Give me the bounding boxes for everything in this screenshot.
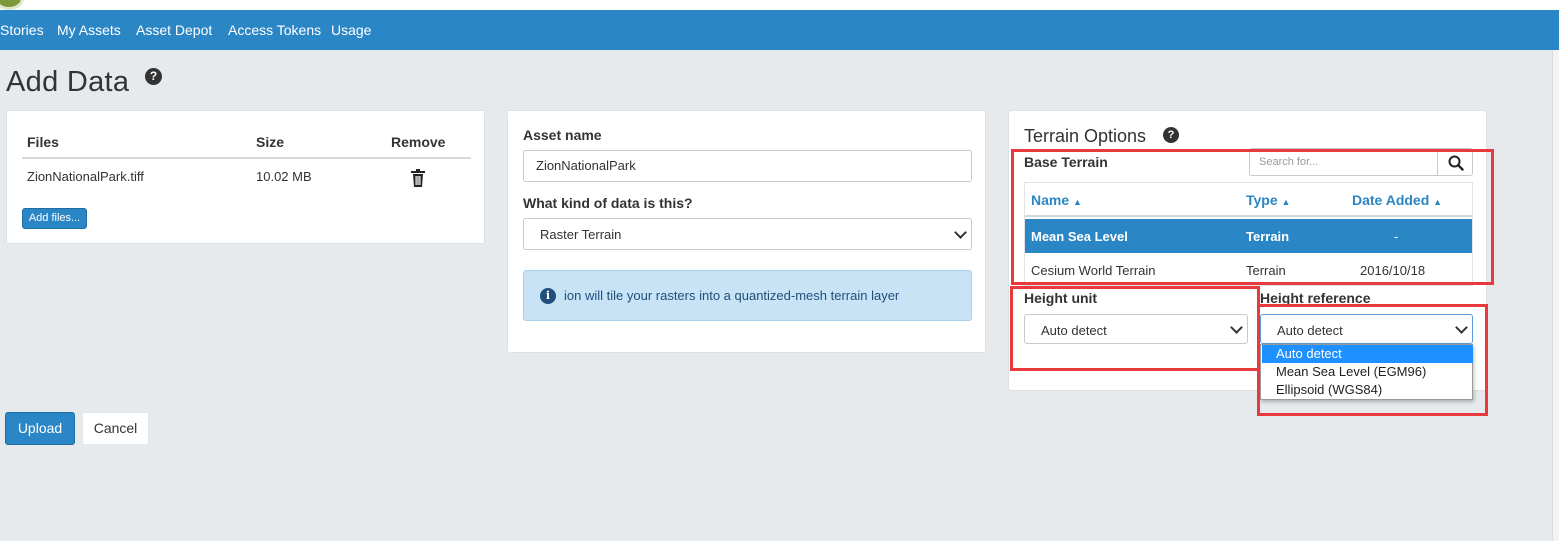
nav-item-usage[interactable]: Usage (331, 22, 371, 38)
info-alert: i ion will tile your rasters into a quan… (523, 270, 972, 321)
chevron-down-icon (954, 226, 967, 239)
trash-icon[interactable] (410, 169, 426, 187)
help-icon[interactable]: ? (1163, 127, 1179, 143)
search-icon (1448, 155, 1464, 171)
height-unit-label: Height unit (1024, 290, 1098, 306)
size-column-header: Size (256, 134, 285, 150)
nav-item-asset-depot[interactable]: Asset Depot (136, 22, 212, 38)
nav-item-my-assets[interactable]: My Assets (57, 22, 121, 38)
base-terrain-label: Base Terrain (1024, 154, 1108, 170)
top-strip (0, 0, 1559, 10)
search-input[interactable]: Search for... (1249, 148, 1437, 176)
data-kind-value: Raster Terrain (540, 227, 622, 242)
terrain-type: Terrain (1246, 263, 1286, 278)
page-title: Add Data (6, 66, 130, 98)
asset-name-label: Asset name (523, 127, 602, 143)
terrain-date: - (1394, 229, 1399, 244)
nav-bar: Stories My Assets Asset Depot Access Tok… (0, 10, 1559, 50)
files-column-header: Files (27, 134, 59, 150)
upload-button[interactable]: Upload (5, 412, 75, 445)
table-row[interactable]: Cesium World Terrain Terrain 2016/10/18 (1025, 253, 1472, 287)
asset-card: Asset name ZionNationalPark What kind of… (507, 110, 986, 353)
base-terrain-table: Name ▲︎ Type ▲︎ Date Added ▲︎ Mean Sea L… (1024, 182, 1473, 286)
terrain-date: 2016/10/18 (1360, 263, 1426, 278)
table-header: Name ▲︎ Type ▲︎ Date Added ▲︎ (1025, 183, 1472, 217)
type-column-header[interactable]: Type ▲︎ (1246, 192, 1290, 208)
terrain-name: Cesium World Terrain (1031, 263, 1156, 278)
terrain-type: Terrain (1246, 229, 1290, 244)
data-kind-select[interactable]: Raster Terrain (523, 218, 972, 250)
help-icon[interactable]: ? (145, 68, 162, 85)
date-column-header[interactable]: Date Added ▲︎ (1352, 192, 1442, 208)
page-scrollbar[interactable] (1552, 50, 1559, 541)
file-name: ZionNationalPark.tiff (27, 169, 144, 184)
height-reference-dropdown: Auto detect Mean Sea Level (EGM96) Ellip… (1260, 344, 1473, 400)
height-unit-value: Auto detect (1041, 323, 1107, 338)
search-button[interactable] (1437, 148, 1473, 176)
remove-column-header: Remove (391, 134, 446, 150)
height-reference-label: Height reference (1260, 290, 1371, 306)
file-size: 10.02 MB (256, 169, 312, 184)
add-files-button[interactable]: Add files... (22, 208, 87, 229)
table-row[interactable]: Mean Sea Level Terrain - (1025, 219, 1472, 253)
files-card: Files Size Remove ZionNationalPark.tiff … (6, 110, 485, 244)
nav-item-stories[interactable]: Stories (0, 22, 44, 38)
chevron-down-icon (1455, 321, 1468, 334)
dropdown-option[interactable]: Ellipsoid (WGS84) (1262, 381, 1473, 399)
height-unit-select[interactable]: Auto detect (1024, 314, 1248, 344)
info-icon: i (540, 288, 556, 304)
terrain-options-title: Terrain Options (1024, 126, 1147, 146)
cancel-button[interactable]: Cancel (82, 412, 149, 445)
dropdown-option[interactable]: Mean Sea Level (EGM96) (1262, 363, 1473, 381)
dropdown-option[interactable]: Auto detect (1262, 345, 1473, 363)
height-reference-value: Auto detect (1277, 323, 1343, 338)
data-kind-label: What kind of data is this? (523, 195, 693, 211)
height-reference-select[interactable]: Auto detect (1260, 314, 1473, 344)
chevron-down-icon (1230, 321, 1243, 334)
terrain-name: Mean Sea Level (1031, 229, 1128, 244)
nav-item-access-tokens[interactable]: Access Tokens (228, 22, 321, 38)
info-text: ion will tile your rasters into a quanti… (564, 288, 900, 303)
header-divider (22, 157, 471, 159)
name-column-header[interactable]: Name ▲︎ (1031, 192, 1082, 208)
asset-name-input[interactable]: ZionNationalPark (523, 150, 972, 182)
